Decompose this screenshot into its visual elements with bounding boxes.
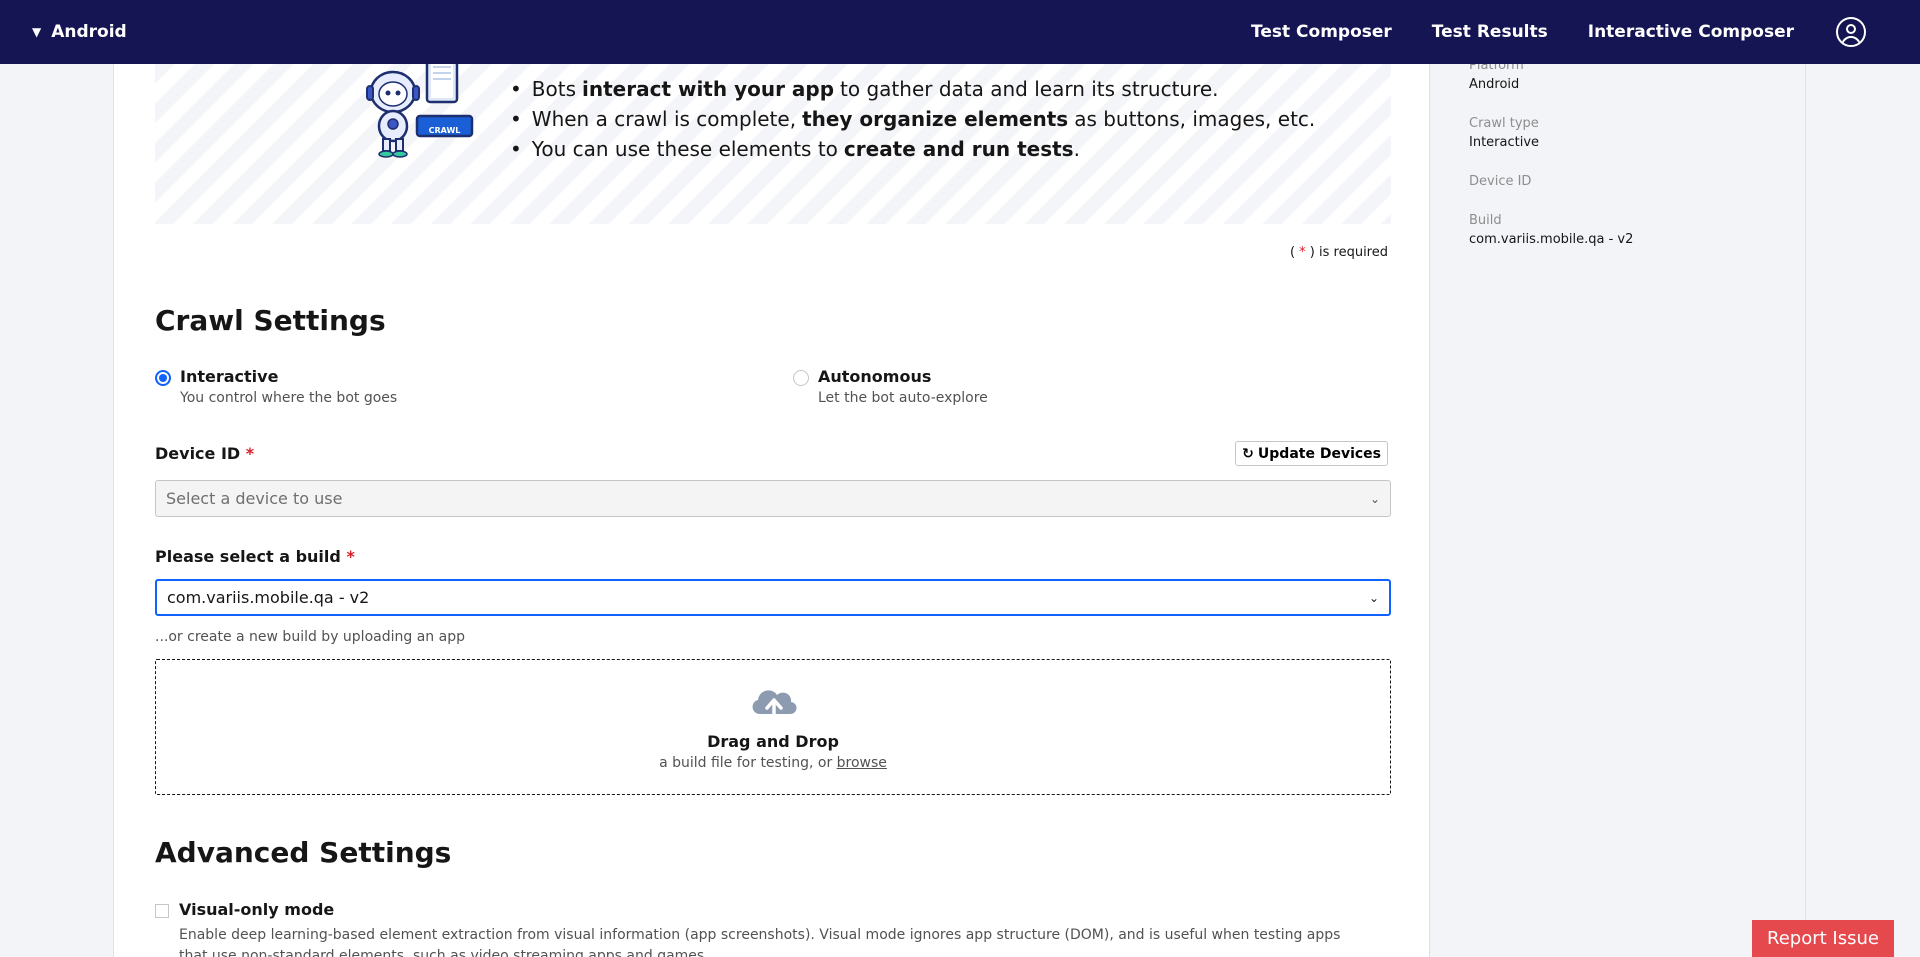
radio-label: Autonomous [818,367,932,386]
browse-link[interactable]: browse [837,755,887,771]
nav-test-results[interactable]: Test Results [1432,22,1548,42]
device-select[interactable]: Select a device to use ⌄ [155,480,1391,517]
chevron-down-icon: ⌄ [1369,491,1380,506]
update-devices-button[interactable]: ↻ Update Devices [1235,441,1388,466]
chevron-down-icon: ▼ [32,25,42,39]
project-switcher[interactable]: ▼ Android [32,22,127,42]
banner-bullet: Botsinteract with your appto gather data… [510,74,1315,104]
project-name: Android [51,22,127,42]
crawl-settings-title: Crawl Settings [155,304,386,337]
header-shadow [0,64,1920,68]
radio-description: Let the bot auto-explore [818,390,988,406]
visual-only-label: Visual-only mode [179,900,335,919]
visual-only-option: Visual-only mode Enable deep learning-ba… [155,900,1359,957]
build-helper-text: ...or create a new build by uploading an… [155,629,465,645]
radio-button[interactable] [793,370,809,386]
cloud-upload-icon [752,690,797,724]
summary-build: Build com.variis.mobile.qa - v2 [1469,213,1634,247]
main-nav: Test Composer Test Results Interactive C… [1211,17,1920,47]
radio-autonomous[interactable]: Autonomous Let the bot auto-explore [793,367,988,406]
chevron-down-icon: ⌄ [1368,590,1379,605]
build-select[interactable]: com.variis.mobile.qa - v2 ⌄ [155,579,1391,616]
radio-button[interactable] [155,370,171,386]
robot-sign-label: CRAWL [428,126,461,135]
crawl-form-card: CRAWL Botsinteract with your appto gathe… [113,64,1430,957]
user-avatar-icon[interactable] [1836,17,1866,47]
report-issue-button[interactable]: Report Issue [1752,920,1894,957]
summary-crawl-type: Crawl type Interactive [1469,116,1540,150]
banner-bullets: Botsinteract with your appto gather data… [510,74,1315,164]
radio-description: You control where the bot goes [180,390,398,406]
visual-only-description: Enable deep learning-based element extra… [179,927,1341,957]
summary-device-id: Device ID [1469,174,1532,189]
top-nav-bar: ▼ Android Test Composer Test Results Int… [0,0,1920,64]
crawl-summary-panel: Platform Android Crawl type Interactive … [1430,58,1806,957]
nav-interactive-composer[interactable]: Interactive Composer [1588,22,1794,42]
refresh-icon: ↻ [1242,445,1254,462]
build-dropzone[interactable]: Drag and Drop a build file for testing, … [155,659,1391,795]
crawl-info-banner: CRAWL Botsinteract with your appto gathe… [155,64,1391,224]
banner-bullet: When a crawl is complete,they organize e… [510,104,1315,134]
visual-only-checkbox[interactable] [155,904,169,918]
dropzone-title: Drag and Drop [707,732,839,751]
robot-illustration-icon [366,64,474,158]
required-note: ( * ) is required [1289,245,1388,260]
radio-interactive[interactable]: Interactive You control where the bot go… [155,367,397,406]
dropzone-subtitle: a build file for testing, or browse [659,755,887,771]
build-label: Please select a build * [155,547,355,566]
device-id-label: Device ID * [155,444,255,463]
nav-test-composer[interactable]: Test Composer [1251,22,1392,42]
advanced-settings-title: Advanced Settings [155,836,452,869]
banner-bullet: You can use these elements tocreate and … [510,134,1315,164]
radio-label: Interactive [180,367,279,386]
